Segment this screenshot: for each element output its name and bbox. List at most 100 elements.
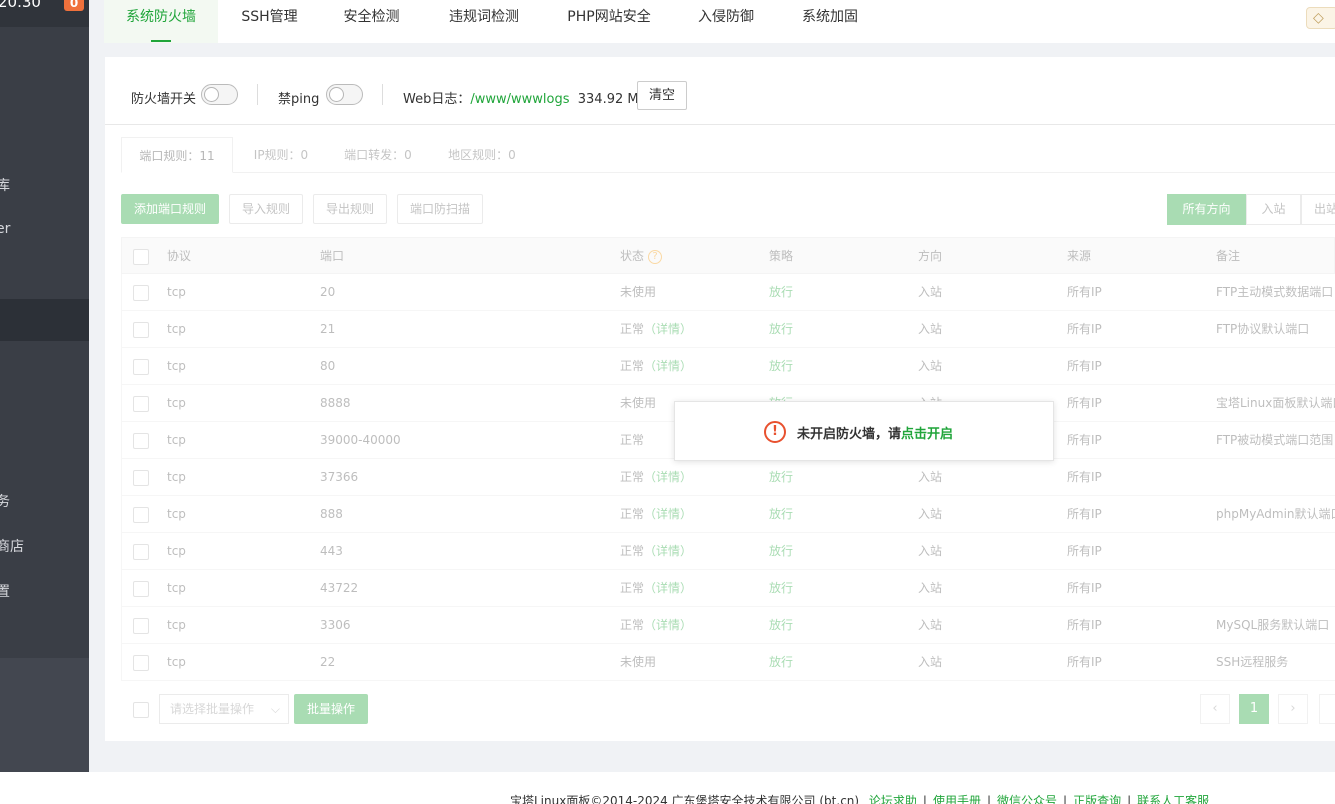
row-checkbox[interactable] [133, 322, 149, 338]
direction-in-button[interactable]: 入站 [1246, 194, 1301, 225]
row-status: 正常（详情） [620, 348, 692, 385]
col-protocol: 协议 [167, 249, 192, 263]
row-direction: 入站 [918, 655, 943, 669]
subtab-ip-rules[interactable]: IP规则：0 [241, 137, 321, 173]
row-status: 正常（详情） [620, 459, 692, 496]
footer-link-forum[interactable]: 论坛求助 [869, 794, 917, 804]
footer-link-wechat[interactable]: 微信公众号 [997, 794, 1057, 804]
batch-operation-select[interactable]: 请选择批量操作 ⌵ [159, 694, 289, 724]
row-detail-link[interactable]: （详情） [644, 359, 692, 373]
row-checkbox[interactable] [133, 507, 149, 523]
next-page-button[interactable]: › [1278, 694, 1308, 724]
tab-php-security[interactable]: PHP网站安全 [563, 0, 655, 43]
update-badge[interactable]: 0 [64, 0, 84, 11]
row-detail-link[interactable]: （详情） [644, 544, 692, 558]
help-icon[interactable]: ? [648, 249, 663, 264]
row-source: 所有IP [1067, 359, 1102, 373]
row-remark: SSH远程服务 [1216, 655, 1289, 669]
table-row: tcp 43722 正常（详情） 放行 入站 所有IP [121, 570, 1335, 607]
row-detail-link[interactable]: （详情） [644, 507, 692, 521]
row-status-text: 未使用 [620, 285, 657, 299]
row-source: 所有IP [1067, 285, 1102, 299]
diamond-icon[interactable]: ◇ [1306, 7, 1335, 29]
sidebar-item-database[interactable]: 库 [0, 175, 10, 195]
row-checkbox[interactable] [133, 544, 149, 560]
row-remark: FTP主动模式数据端口 [1216, 285, 1334, 299]
tab-security-check[interactable]: 安全检测 [334, 0, 409, 43]
page-jump[interactable] [1319, 694, 1335, 724]
row-policy: 放行 [769, 618, 794, 632]
tab-ssh[interactable]: SSH管理 [232, 0, 307, 43]
tab-system-firewall[interactable]: 系统防火墙 [104, 0, 218, 43]
col-source: 来源 [1067, 249, 1092, 263]
row-checkbox[interactable] [133, 285, 149, 301]
firewall-toolbar: 防火墙开关 禁ping Web日志：/www/wwwlogs 334.92 MB… [105, 57, 1335, 125]
row-checkbox[interactable] [133, 433, 149, 449]
sidebar-item-store[interactable]: 商店 [0, 536, 24, 556]
direction-out-button[interactable]: 出站 [1301, 194, 1335, 225]
batch-operation-button[interactable]: 批量操作 [294, 694, 368, 724]
sidebar-item-docker[interactable]: er [0, 221, 10, 237]
import-rules-button[interactable]: 导入规则 [229, 194, 303, 224]
port-scan-protect-button[interactable]: 端口防扫描 [397, 194, 483, 224]
security-tabs: 系统防火墙 SSH管理 安全检测 违规词检测 PHP网站安全 入侵防御 系统加固 [104, 0, 1335, 43]
row-port: 22 [320, 655, 336, 669]
firewall-switch-toggle[interactable] [201, 84, 238, 105]
weblog-label: Web日志： [403, 92, 471, 107]
row-detail-link[interactable]: （详情） [644, 618, 692, 632]
subtab-port-rules[interactable]: 端口规则：11 [121, 137, 233, 173]
row-source: 所有IP [1067, 470, 1102, 484]
footer-link-support[interactable]: 联系人工客服 [1137, 794, 1209, 804]
tab-hardening[interactable]: 系统加固 [799, 0, 861, 43]
row-policy: 放行 [769, 655, 794, 669]
row-checkbox[interactable] [133, 581, 149, 597]
row-checkbox[interactable] [133, 618, 149, 634]
row-checkbox[interactable] [133, 470, 149, 486]
prev-page-button[interactable]: ‹ [1200, 694, 1230, 724]
page-number[interactable]: 1 [1239, 694, 1269, 724]
add-port-rule-button[interactable]: 添加端口规则 [121, 194, 219, 224]
sidebar-item-cron[interactable]: 务 [0, 491, 10, 511]
row-checkbox[interactable] [133, 655, 149, 671]
row-detail-link[interactable]: （详情） [644, 322, 692, 336]
row-remark: phpMyAdmin默认端口 [1216, 507, 1335, 521]
row-direction: 入站 [918, 322, 943, 336]
footer-link-manual[interactable]: 使用手册 [933, 794, 981, 804]
ping-label: 禁ping [278, 92, 320, 107]
tab-intrusion[interactable]: 入侵防御 [695, 0, 757, 43]
subtab-region-rules[interactable]: 地区规则：0 [437, 137, 527, 173]
ping-toggle[interactable] [326, 84, 363, 105]
row-protocol: tcp [167, 470, 186, 484]
enable-firewall-link[interactable]: 点击开启 [901, 427, 953, 442]
batch-checkbox[interactable] [133, 702, 149, 718]
select-all-checkbox[interactable] [133, 249, 149, 265]
row-status: 未使用 [620, 385, 656, 422]
row-source: 所有IP [1067, 655, 1102, 669]
sidebar-item-settings[interactable]: 置 [0, 581, 10, 601]
row-direction: 入站 [918, 544, 943, 558]
tab-illegal-words[interactable]: 违规词检测 [444, 0, 524, 43]
col-policy: 策略 [769, 249, 794, 263]
row-detail-link[interactable]: （详情） [644, 581, 692, 595]
row-checkbox[interactable] [133, 396, 149, 412]
row-status-text: 正常 [620, 470, 645, 484]
weblog-path-link[interactable]: /www/wwwlogs [470, 92, 569, 107]
firewall-switch-label: 防火墙开关 [131, 92, 197, 107]
footer-link-verify[interactable]: 正版查询 [1073, 794, 1121, 804]
row-status-text: 正常 [620, 544, 645, 558]
export-rules-button[interactable]: 导出规则 [313, 194, 387, 224]
direction-all-button[interactable]: 所有方向 [1167, 194, 1246, 225]
row-policy: 放行 [769, 544, 794, 558]
row-checkbox[interactable] [133, 359, 149, 375]
rule-subtabs: 端口规则：11 IP规则：0 端口转发：0 地区规则：0 [121, 137, 1335, 173]
row-protocol: tcp [167, 285, 186, 299]
row-detail-link[interactable]: （详情） [644, 470, 692, 484]
row-protocol: tcp [167, 618, 186, 632]
sidebar-active-item[interactable] [0, 299, 89, 341]
table-header: 协议 端口 状态? 策略 方向 来源 备注 [121, 237, 1335, 274]
clear-log-button[interactable]: 清空 [637, 81, 687, 110]
subtab-port-forward[interactable]: 端口转发：0 [333, 137, 423, 173]
toast-message: 未开启防火墙，请点击开启 [797, 423, 953, 442]
row-direction: 入站 [918, 581, 943, 595]
row-policy: 放行 [769, 470, 794, 484]
